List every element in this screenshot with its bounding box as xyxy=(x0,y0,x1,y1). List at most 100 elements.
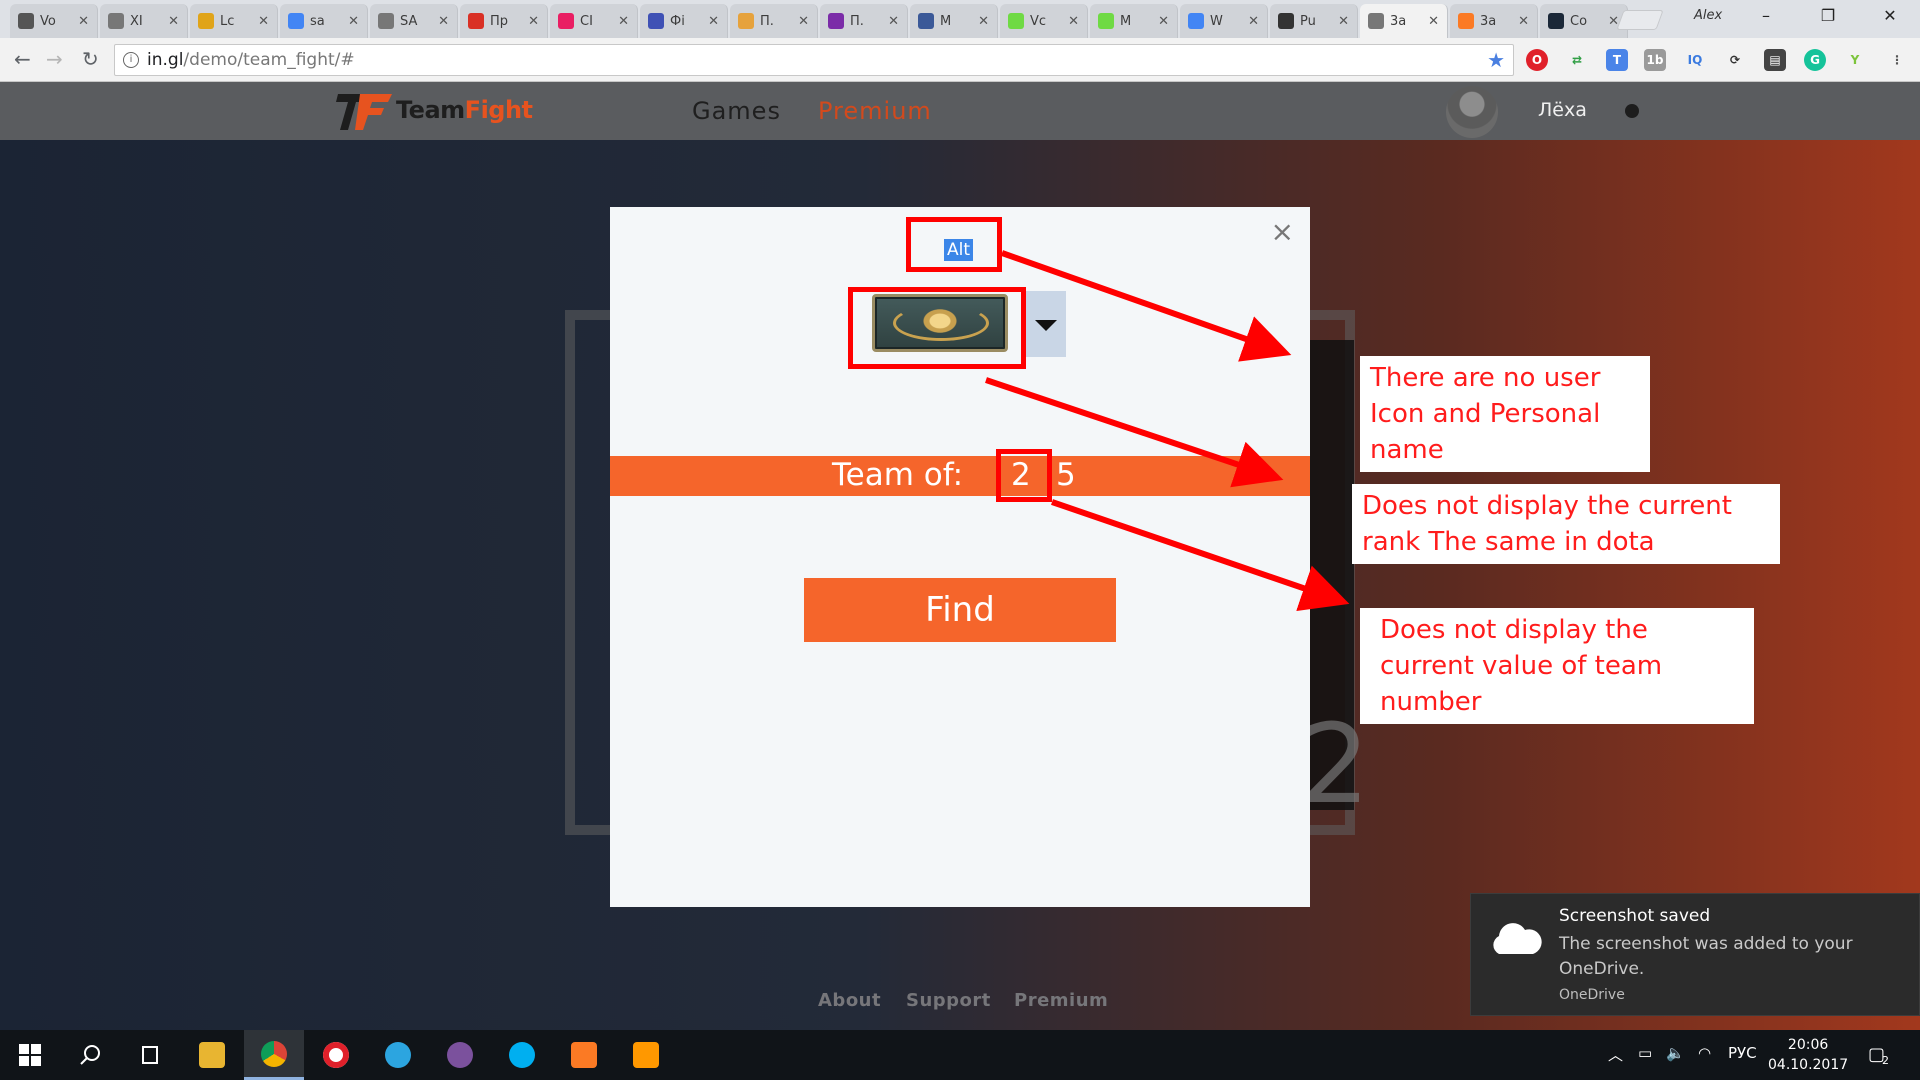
start-button[interactable] xyxy=(0,1030,60,1080)
nav-premium[interactable]: Premium xyxy=(818,97,932,125)
menu-icon[interactable]: ⋮ xyxy=(1886,49,1908,71)
wifi-icon[interactable]: ◠ xyxy=(1698,1044,1711,1062)
ib-extension-icon[interactable]: 1b xyxy=(1644,49,1666,71)
leaf-extension-icon[interactable]: Y xyxy=(1844,49,1866,71)
reload-icon[interactable]: ↻ xyxy=(82,47,99,71)
tray-chevron-icon[interactable]: ︿ xyxy=(1608,1044,1623,1065)
tab-close-icon[interactable]: ✕ xyxy=(258,14,269,29)
tab-close-icon[interactable]: ✕ xyxy=(978,14,989,29)
tab-close-icon[interactable]: ✕ xyxy=(1428,14,1439,29)
translate-extension-icon[interactable]: T xyxy=(1606,49,1628,71)
browser-tab[interactable]: XI ✕ xyxy=(100,4,188,38)
tab-close-icon[interactable]: ✕ xyxy=(438,14,449,29)
minimize-button[interactable]: – xyxy=(1746,6,1786,25)
browser-tab[interactable]: Фі ✕ xyxy=(640,4,728,38)
tab-close-icon[interactable]: ✕ xyxy=(348,14,359,29)
bookmark-star-icon[interactable]: ★ xyxy=(1487,48,1505,72)
browser-tab[interactable]: П. ✕ xyxy=(730,4,818,38)
browser-tab[interactable]: 3a ✕ xyxy=(1360,4,1448,38)
language-indicator[interactable]: РУС xyxy=(1728,1044,1757,1062)
browser-tab[interactable]: M ✕ xyxy=(1090,4,1178,38)
taskbar-skype[interactable] xyxy=(492,1030,552,1080)
restore-button[interactable]: ❐ xyxy=(1808,6,1848,25)
teamfight-logo[interactable]: TeamFight xyxy=(336,88,533,132)
team-option-5[interactable]: 5 xyxy=(1056,457,1076,493)
tab-close-icon[interactable]: ✕ xyxy=(888,14,899,29)
screenshot-toast[interactable]: Screenshot saved The screenshot was adde… xyxy=(1470,893,1920,1016)
browser-tab[interactable]: SA ✕ xyxy=(370,4,458,38)
tab-close-icon[interactable]: ✕ xyxy=(168,14,179,29)
toast-body: The screenshot was added to your OneDriv… xyxy=(1559,934,1853,979)
keyboard-extension-icon[interactable]: ▤ xyxy=(1764,49,1786,71)
battery-icon[interactable]: ▭ xyxy=(1638,1044,1652,1062)
address-bar[interactable]: i in.gl/demo/team_fight/# ★ xyxy=(114,44,1514,76)
forward-arrow-icon[interactable]: → xyxy=(46,47,63,71)
user-name[interactable]: Лёха xyxy=(1538,99,1587,121)
browser-tab[interactable]: Pu ✕ xyxy=(1270,4,1358,38)
browser-tab[interactable]: W ✕ xyxy=(1180,4,1268,38)
logo-team-text: Team xyxy=(396,96,465,124)
taskbar-chrome[interactable] xyxy=(244,1030,304,1080)
profile-name[interactable]: Alex xyxy=(1694,8,1722,23)
tab-close-icon[interactable]: ✕ xyxy=(618,14,629,29)
browser-tab[interactable]: CI ✕ xyxy=(550,4,638,38)
footer-support[interactable]: Support xyxy=(906,990,991,1011)
tab-close-icon[interactable]: ✕ xyxy=(798,14,809,29)
browser-tab[interactable]: Co ✕ xyxy=(1540,4,1628,38)
url-host: in.gl xyxy=(147,50,184,70)
clock[interactable]: 20:06 04.10.2017 xyxy=(1768,1035,1848,1075)
tab-close-icon[interactable]: ✕ xyxy=(1338,14,1349,29)
browser-tab[interactable]: Vo ✕ xyxy=(10,4,98,38)
skype-icon xyxy=(509,1042,535,1068)
logo-fight-text: Fight xyxy=(464,96,533,124)
opera-extension-icon[interactable]: O xyxy=(1526,49,1548,71)
taskbar-xampp[interactable] xyxy=(554,1030,614,1080)
tab-strip: Co ✕ 3a ✕ 3a ✕ Pu ✕ W ✕ M ✕ Vc ✕ M ✕ П. ✕ П. ✕ Фі ✕ CI ✕ Пр ✕ SA ✕ s… xyxy=(0,0,1920,38)
tab-close-icon[interactable]: ✕ xyxy=(1068,14,1079,29)
arrows-extension-icon[interactable]: ⇄ xyxy=(1566,49,1588,71)
search-icon xyxy=(80,1045,100,1065)
tab-title: CI xyxy=(580,13,593,29)
tab-close-icon[interactable]: ✕ xyxy=(78,14,89,29)
footer-premium[interactable]: Premium xyxy=(1014,990,1108,1011)
close-icon[interactable]: × xyxy=(1271,215,1294,248)
grammarly-extension-icon[interactable]: G xyxy=(1804,49,1826,71)
user-avatar[interactable] xyxy=(1446,86,1498,138)
close-window-button[interactable]: ✕ xyxy=(1870,6,1910,25)
browser-tab[interactable]: M ✕ xyxy=(910,4,998,38)
iq-extension-icon[interactable]: IQ xyxy=(1684,49,1706,71)
tab-close-icon[interactable]: ✕ xyxy=(708,14,719,29)
taskbar-opera[interactable] xyxy=(306,1030,366,1080)
browser-tab[interactable]: Vc ✕ xyxy=(1000,4,1088,38)
tab-title: П. xyxy=(850,13,864,29)
tab-close-icon[interactable]: ✕ xyxy=(528,14,539,29)
tab-close-icon[interactable]: ✕ xyxy=(1158,14,1169,29)
volume-icon[interactable]: 🔈 xyxy=(1666,1044,1685,1062)
page-icon xyxy=(108,13,124,29)
find-button[interactable]: Find xyxy=(804,578,1116,642)
browser-tab[interactable]: sa ✕ xyxy=(280,4,368,38)
tab-close-icon[interactable]: ✕ xyxy=(1518,14,1529,29)
nav-games[interactable]: Games xyxy=(692,97,781,125)
search-button[interactable] xyxy=(60,1030,120,1080)
browser-tab[interactable]: 3a ✕ xyxy=(1450,4,1538,38)
task-view-button[interactable] xyxy=(120,1030,180,1080)
footer-about[interactable]: About xyxy=(818,990,881,1011)
highlight-team-value xyxy=(996,449,1052,502)
taskbar-explorer[interactable] xyxy=(182,1030,242,1080)
taskbar-viber[interactable] xyxy=(430,1030,490,1080)
browser-tab[interactable]: Lc ✕ xyxy=(190,4,278,38)
info-icon[interactable]: i xyxy=(123,52,139,68)
rank-dropdown[interactable] xyxy=(1026,291,1066,357)
browser-tab[interactable]: Пр ✕ xyxy=(460,4,548,38)
upwork-icon xyxy=(1098,13,1114,29)
taskbar-telegram[interactable] xyxy=(368,1030,428,1080)
sync-extension-icon[interactable]: ⟳ xyxy=(1724,49,1746,71)
tab-close-icon[interactable]: ✕ xyxy=(1248,14,1259,29)
new-tab-button[interactable] xyxy=(1616,10,1664,30)
browser-tab[interactable]: П. ✕ xyxy=(820,4,908,38)
tab-title: Lc xyxy=(220,13,235,29)
back-arrow-icon[interactable]: ← xyxy=(14,47,31,71)
viber-icon xyxy=(447,1042,473,1068)
taskbar-sublime[interactable] xyxy=(616,1030,676,1080)
